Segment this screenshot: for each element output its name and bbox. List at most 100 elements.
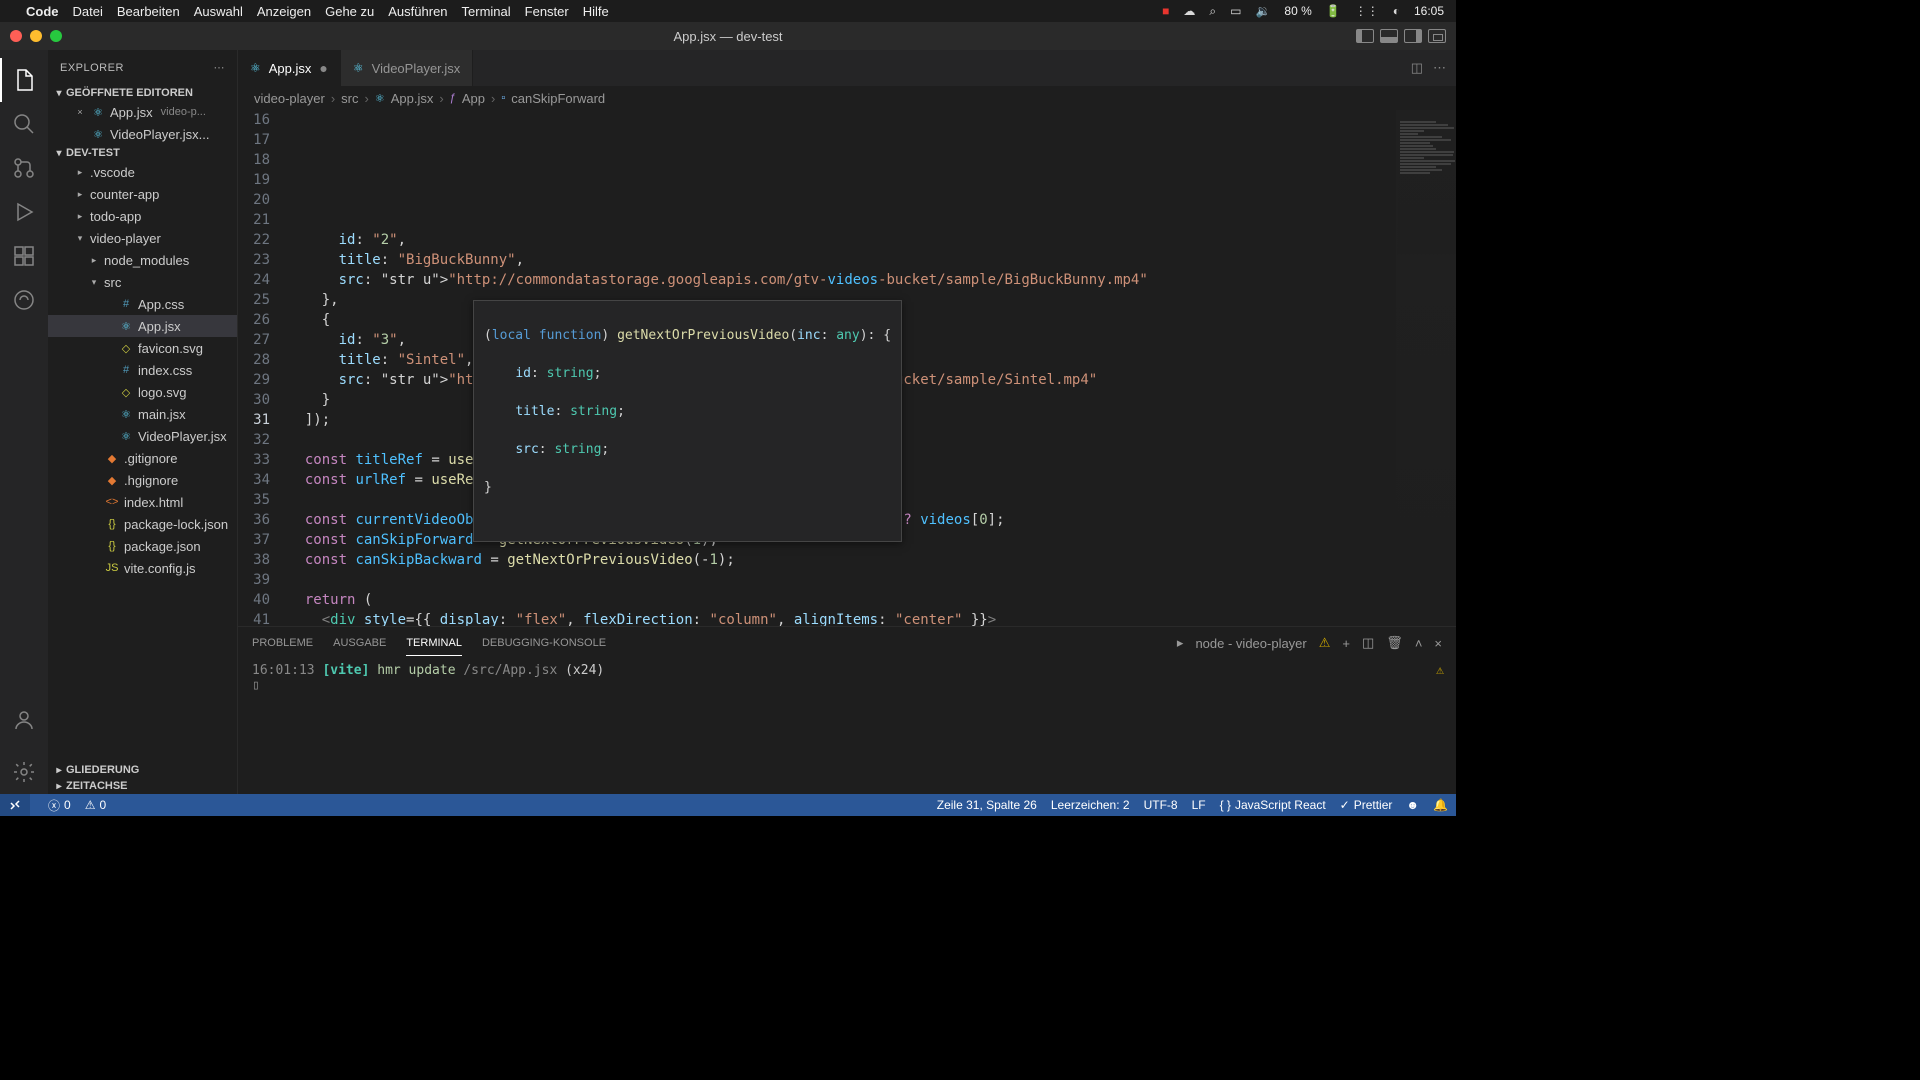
chevron-up-icon[interactable]: ˄ (1415, 636, 1423, 651)
maximize-window-button[interactable] (50, 30, 62, 42)
minimap[interactable] (1396, 110, 1456, 626)
menu-selection[interactable]: Auswahl (194, 4, 243, 19)
menu-go[interactable]: Gehe zu (325, 4, 374, 19)
warning-icon[interactable]: ⚠ (1319, 635, 1331, 651)
section-timeline[interactable]: ▸ ZEITACHSE (48, 778, 237, 794)
status-warnings[interactable]: ⚠ 0 (85, 798, 106, 812)
menu-window[interactable]: Fenster (525, 4, 569, 19)
wifi-icon[interactable]: ⋮⋮ (1355, 4, 1379, 18)
split-terminal-icon[interactable]: ◫ (1362, 635, 1374, 651)
status-language[interactable]: { } JavaScript React (1220, 798, 1326, 812)
panel-tab-terminal[interactable]: TERMINAL (406, 631, 462, 656)
layout-sidebar-left-icon[interactable] (1356, 29, 1374, 43)
breadcrumb-item[interactable]: video-player (254, 91, 325, 106)
menu-file[interactable]: Datei (73, 4, 103, 19)
folder-item[interactable]: ▸counter-app (48, 183, 237, 205)
terminal-process-label[interactable]: node - video-player (1195, 636, 1306, 651)
extensions-icon[interactable] (0, 234, 48, 278)
file-item[interactable]: ◆.gitignore (48, 447, 237, 469)
close-icon[interactable]: × (74, 107, 86, 117)
section-open-editors[interactable]: ▾ GEÖFFNETE EDITOREN (48, 85, 237, 101)
status-indentation[interactable]: Leerzeichen: 2 (1051, 798, 1130, 812)
folder-item[interactable]: ▸.vscode (48, 161, 237, 183)
explorer-icon[interactable] (0, 58, 48, 102)
file-item[interactable]: #index.css (48, 359, 237, 381)
status-prettier[interactable]: ✓ Prettier (1340, 798, 1393, 812)
sound-icon[interactable]: 🔉 (1255, 4, 1270, 18)
panel-tab-debug[interactable]: DEBUGGING-KONSOLE (482, 631, 606, 655)
file-item[interactable]: {}package.json (48, 535, 237, 557)
breadcrumbs[interactable]: video-player › src › ⚛ App.jsx › ƒ App ›… (238, 86, 1456, 110)
remote-indicator[interactable] (0, 794, 30, 816)
control-center-icon[interactable]: ◐ (1393, 4, 1400, 18)
clock[interactable]: 16:05 (1414, 4, 1444, 18)
more-actions-icon[interactable]: ⋯ (214, 61, 226, 74)
folder-item[interactable]: ▸node_modules (48, 249, 237, 271)
run-debug-icon[interactable] (0, 190, 48, 234)
layout-panel-bottom-icon[interactable] (1380, 29, 1398, 43)
file-item[interactable]: ⚛App.jsx (48, 315, 237, 337)
split-editor-icon[interactable]: ◫ (1411, 60, 1423, 76)
editor-tab[interactable]: ⚛ App.jsx ● (238, 50, 341, 86)
breadcrumb-item[interactable]: canSkipForward (511, 91, 605, 106)
layout-sidebar-right-icon[interactable] (1404, 29, 1422, 43)
settings-gear-icon[interactable] (0, 750, 48, 794)
battery-label[interactable]: 80 % (1284, 4, 1311, 18)
recording-icon[interactable]: ■ (1162, 4, 1169, 18)
close-window-button[interactable] (10, 30, 22, 42)
file-item[interactable]: ◆.hgignore (48, 469, 237, 491)
customize-layout-icon[interactable] (1428, 29, 1446, 43)
warning-icon[interactable]: ⚠ (1436, 663, 1444, 678)
code-content[interactable]: (local function) getNextOrPreviousVideo(… (288, 110, 1456, 626)
file-item[interactable]: ◇favicon.svg (48, 337, 237, 359)
file-item[interactable]: ⚛main.jsx (48, 403, 237, 425)
open-editor-item[interactable]: ⚛ VideoPlayer.jsx... (48, 123, 237, 145)
terminal-process-icon[interactable]: ▸ (1177, 635, 1184, 651)
cloud-icon[interactable]: ☁ (1183, 4, 1195, 18)
status-encoding[interactable]: UTF-8 (1144, 798, 1178, 812)
app-name[interactable]: Code (26, 4, 59, 19)
folder-item[interactable]: ▾video-player (48, 227, 237, 249)
folder-item[interactable]: ▸todo-app (48, 205, 237, 227)
menu-view[interactable]: Anzeigen (257, 4, 311, 19)
file-item[interactable]: ◇logo.svg (48, 381, 237, 403)
source-control-icon[interactable] (0, 146, 48, 190)
display-icon[interactable]: ▭ (1230, 4, 1241, 18)
close-panel-icon[interactable]: × (1434, 636, 1442, 651)
remote-icon[interactable] (0, 278, 48, 322)
breadcrumb-item[interactable]: src (341, 91, 358, 106)
breadcrumb-item[interactable]: App.jsx (391, 91, 434, 106)
new-terminal-icon[interactable]: + (1342, 636, 1350, 651)
breadcrumb-item[interactable]: App (462, 91, 485, 106)
menu-terminal[interactable]: Terminal (462, 4, 511, 19)
tool-icon[interactable]: ⌕ (1209, 4, 1216, 19)
battery-icon[interactable]: 🔋 (1326, 4, 1341, 18)
menu-edit[interactable]: Bearbeiten (117, 4, 180, 19)
line-number-gutter[interactable]: 1617181920212223242526272829303132333435… (238, 110, 288, 626)
status-eol[interactable]: LF (1192, 798, 1206, 812)
file-item[interactable]: <>index.html (48, 491, 237, 513)
more-actions-icon[interactable]: ⋯ (1433, 60, 1446, 76)
menu-run[interactable]: Ausführen (388, 4, 447, 19)
search-icon[interactable] (0, 102, 48, 146)
minimize-window-button[interactable] (30, 30, 42, 42)
folder-item[interactable]: ▾src (48, 271, 237, 293)
trash-icon[interactable]: 🗑 (1386, 635, 1403, 651)
terminal-body[interactable]: 16:01:13 [vite] hmr update /src/App.jsx … (238, 659, 1456, 794)
file-item[interactable]: {}package-lock.json (48, 513, 237, 535)
panel-tab-output[interactable]: AUSGABE (333, 631, 386, 655)
feedback-icon[interactable]: ☻ (1406, 798, 1419, 812)
accounts-icon[interactable] (0, 698, 48, 742)
panel-tab-problems[interactable]: PROBLEME (252, 631, 313, 655)
code-editor[interactable]: 1617181920212223242526272829303132333435… (238, 110, 1456, 626)
status-errors[interactable]: ⓧ 0 (48, 797, 71, 814)
open-editor-item[interactable]: × ⚛ App.jsx video-p... (48, 101, 237, 123)
tab-dirty-icon[interactable]: ● (319, 60, 327, 76)
section-outline[interactable]: ▸ GLIEDERUNG (48, 762, 237, 778)
editor-tab[interactable]: ⚛ VideoPlayer.jsx (341, 50, 473, 86)
file-item[interactable]: JSvite.config.js (48, 557, 237, 579)
section-workspace[interactable]: ▾ DEV-TEST (48, 145, 237, 161)
file-item[interactable]: ⚛VideoPlayer.jsx (48, 425, 237, 447)
menu-help[interactable]: Hilfe (583, 4, 609, 19)
status-cursor-position[interactable]: Zeile 31, Spalte 26 (937, 798, 1037, 812)
